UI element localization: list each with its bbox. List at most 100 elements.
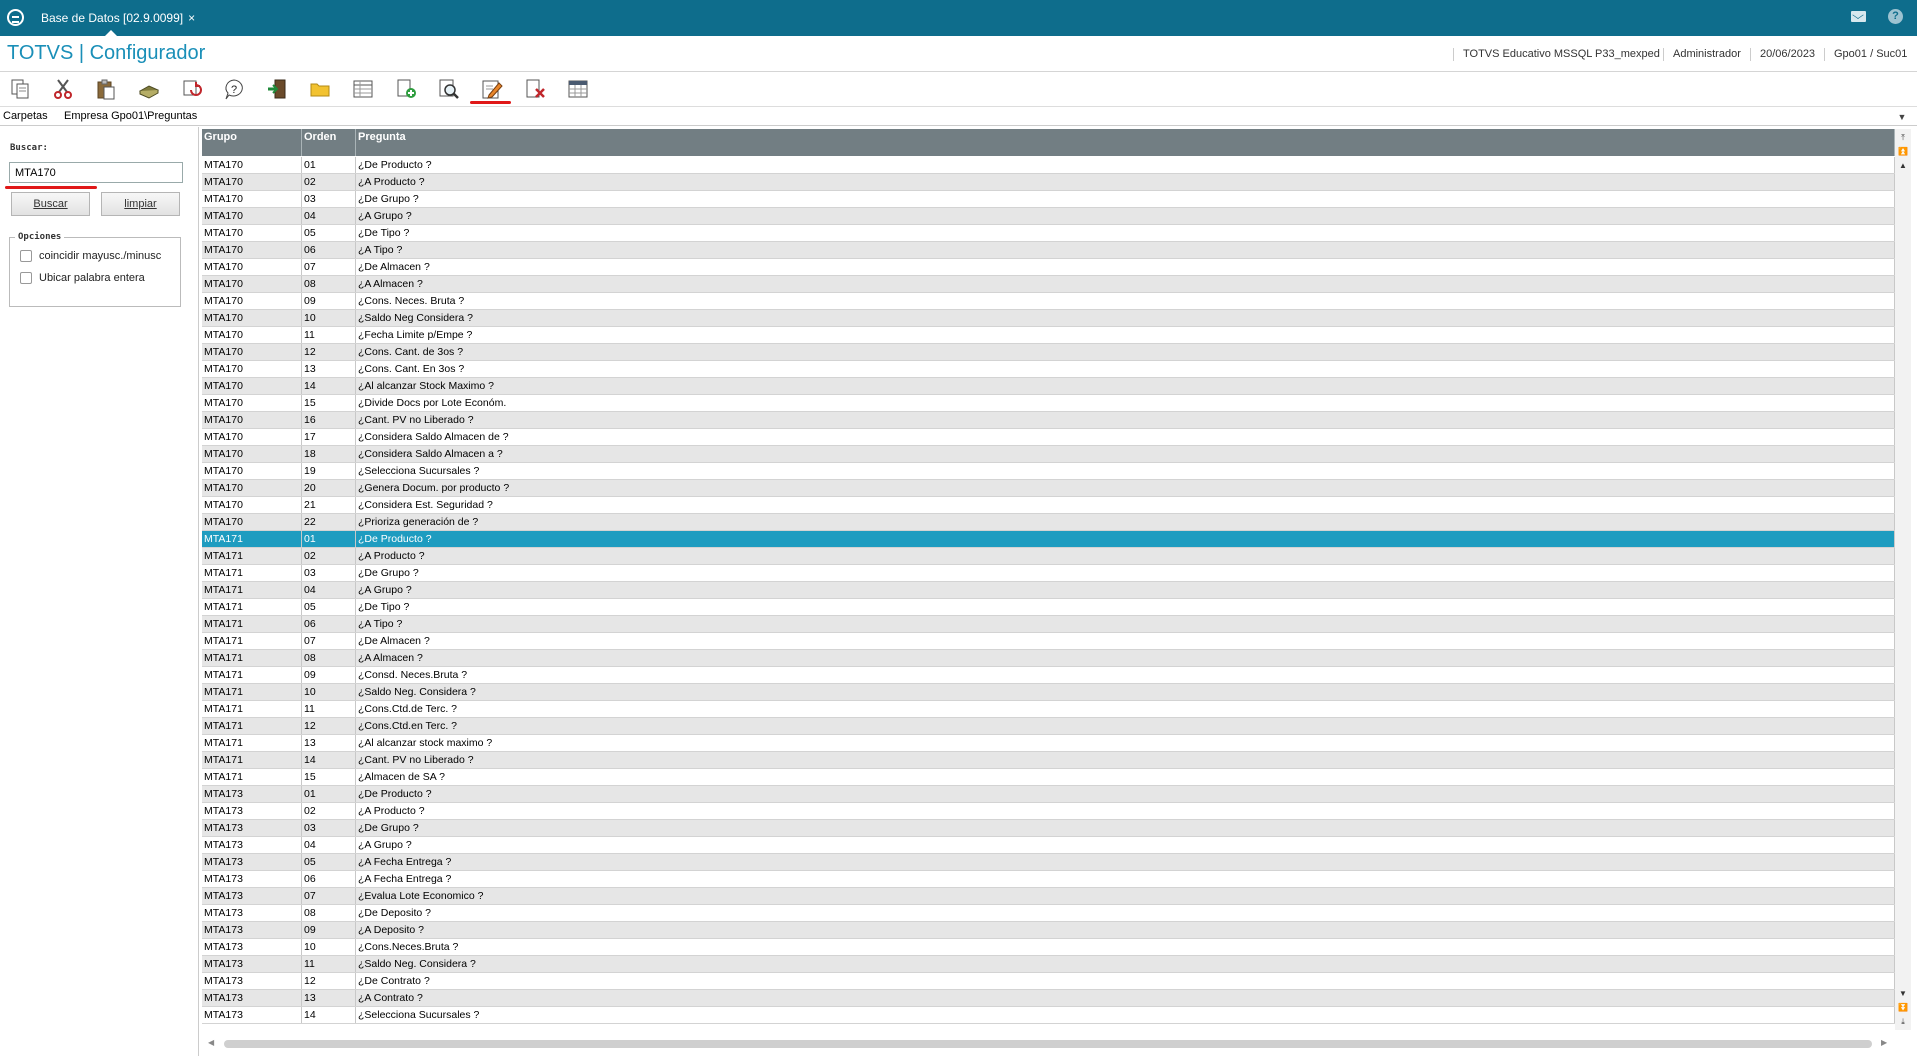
cell-orden[interactable]: 01 <box>302 531 356 547</box>
cell-pregunta[interactable]: ¿Fecha Limite p/Empe ? <box>356 327 1895 343</box>
cut-button[interactable] <box>49 75 77 103</box>
cell-pregunta[interactable]: ¿De Tipo ? <box>356 599 1895 615</box>
cell-grupo[interactable]: MTA171 <box>202 752 302 768</box>
cell-pregunta[interactable]: ¿De Producto ? <box>356 531 1895 547</box>
cell-pregunta[interactable]: ¿Cons. Neces. Bruta ? <box>356 293 1895 309</box>
header-grupo[interactable]: Grupo <box>202 129 302 156</box>
table-row[interactable]: MTA170 07 ¿De Almacen ? <box>202 259 1895 276</box>
table-row[interactable]: MTA171 14 ¿Cant. PV no Liberado ? <box>202 752 1895 769</box>
cell-orden[interactable]: 12 <box>302 973 356 989</box>
cell-grupo[interactable]: MTA173 <box>202 922 302 938</box>
table-row[interactable]: MTA170 20 ¿Genera Docum. por producto ? <box>202 480 1895 497</box>
window-tab[interactable]: Base de Datos [02.9.0099] × <box>33 0 203 36</box>
cell-orden[interactable]: 17 <box>302 429 356 445</box>
cell-pregunta[interactable]: ¿Divide Docs por Lote Económ. <box>356 395 1895 411</box>
cell-grupo[interactable]: MTA173 <box>202 837 302 853</box>
cell-grupo[interactable]: MTA170 <box>202 514 302 530</box>
cell-orden[interactable]: 13 <box>302 990 356 1006</box>
cell-pregunta[interactable]: ¿Cons.Ctd.de Terc. ? <box>356 701 1895 717</box>
cell-pregunta[interactable]: ¿De Contrato ? <box>356 973 1895 989</box>
delete-button[interactable] <box>521 75 549 103</box>
cell-pregunta[interactable]: ¿Al alcanzar stock maximo ? <box>356 735 1895 751</box>
table-row[interactable]: MTA171 09 ¿Consd. Neces.Bruta ? <box>202 667 1895 684</box>
cell-pregunta[interactable]: ¿A Fecha Entrega ? <box>356 854 1895 870</box>
cell-pregunta[interactable]: ¿De Tipo ? <box>356 225 1895 241</box>
cell-pregunta[interactable]: ¿Cons.Neces.Bruta ? <box>356 939 1895 955</box>
table-row[interactable]: MTA173 13 ¿A Contrato ? <box>202 990 1895 1007</box>
cell-orden[interactable]: 15 <box>302 769 356 785</box>
cell-orden[interactable]: 09 <box>302 922 356 938</box>
cell-pregunta[interactable]: ¿A Grupo ? <box>356 582 1895 598</box>
table-row[interactable]: MTA170 12 ¿Cons. Cant. de 3os ? <box>202 344 1895 361</box>
cell-orden[interactable]: 11 <box>302 956 356 972</box>
cell-grupo[interactable]: MTA173 <box>202 956 302 972</box>
totvs-logo-icon[interactable] <box>7 9 24 26</box>
cell-pregunta[interactable]: ¿Considera Saldo Almacen a ? <box>356 446 1895 462</box>
scroll-page-up-icon[interactable]: ⏫ <box>1896 145 1910 158</box>
cell-grupo[interactable]: MTA170 <box>202 497 302 513</box>
table-row[interactable]: MTA173 04 ¿A Grupo ? <box>202 837 1895 854</box>
scroll-left-icon[interactable]: ◀ <box>208 1038 214 1047</box>
cell-grupo[interactable]: MTA171 <box>202 701 302 717</box>
cell-pregunta[interactable]: ¿Considera Saldo Almacen de ? <box>356 429 1895 445</box>
cell-grupo[interactable]: MTA173 <box>202 803 302 819</box>
cell-grupo[interactable]: MTA171 <box>202 684 302 700</box>
table-row[interactable]: MTA170 04 ¿A Grupo ? <box>202 208 1895 225</box>
table-row[interactable]: MTA173 03 ¿De Grupo ? <box>202 820 1895 837</box>
table-row[interactable]: MTA170 15 ¿Divide Docs por Lote Económ. <box>202 395 1895 412</box>
mail-icon[interactable] <box>1851 11 1866 22</box>
cell-pregunta[interactable]: ¿A Tipo ? <box>356 242 1895 258</box>
cell-grupo[interactable]: MTA173 <box>202 905 302 921</box>
cell-pregunta[interactable]: ¿A Producto ? <box>356 174 1895 190</box>
cell-pregunta[interactable]: ¿Cons. Cant. En 3os ? <box>356 361 1895 377</box>
table-row[interactable]: MTA171 15 ¿Almacen de SA ? <box>202 769 1895 786</box>
table-row[interactable]: MTA170 18 ¿Considera Saldo Almacen a ? <box>202 446 1895 463</box>
cell-pregunta[interactable]: ¿A Almacen ? <box>356 650 1895 666</box>
cell-orden[interactable]: 10 <box>302 310 356 326</box>
cell-pregunta[interactable]: ¿A Producto ? <box>356 548 1895 564</box>
cell-grupo[interactable]: MTA170 <box>202 174 302 190</box>
help-button[interactable]: ? <box>220 75 248 103</box>
cell-orden[interactable]: 07 <box>302 259 356 275</box>
edit-button[interactable] <box>478 75 506 103</box>
cell-grupo[interactable]: MTA171 <box>202 633 302 649</box>
cell-orden[interactable]: 13 <box>302 735 356 751</box>
chevron-down-icon[interactable]: ▼ <box>1895 110 1909 124</box>
cell-grupo[interactable]: MTA170 <box>202 480 302 496</box>
cell-pregunta[interactable]: ¿Prioriza generación de ? <box>356 514 1895 530</box>
table-row[interactable]: MTA170 03 ¿De Grupo ? <box>202 191 1895 208</box>
table-row[interactable]: MTA173 07 ¿Evalua Lote Economico ? <box>202 888 1895 905</box>
cell-orden[interactable]: 09 <box>302 667 356 683</box>
cell-pregunta[interactable]: ¿De Producto ? <box>356 157 1895 173</box>
cell-pregunta[interactable]: ¿Selecciona Sucursales ? <box>356 463 1895 479</box>
table-row[interactable]: MTA171 10 ¿Saldo Neg. Considera ? <box>202 684 1895 701</box>
cell-orden[interactable]: 08 <box>302 276 356 292</box>
cell-grupo[interactable]: MTA170 <box>202 412 302 428</box>
horizontal-scroll-thumb[interactable] <box>224 1040 1872 1048</box>
cell-orden[interactable]: 14 <box>302 752 356 768</box>
table-row[interactable]: MTA170 14 ¿Al alcanzar Stock Maximo ? <box>202 378 1895 395</box>
cell-pregunta[interactable]: ¿De Almacen ? <box>356 633 1895 649</box>
cell-pregunta[interactable]: ¿A Tipo ? <box>356 616 1895 632</box>
table-row[interactable]: MTA170 13 ¿Cons. Cant. En 3os ? <box>202 361 1895 378</box>
cell-pregunta[interactable]: ¿Consd. Neces.Bruta ? <box>356 667 1895 683</box>
cell-pregunta[interactable]: ¿A Deposito ? <box>356 922 1895 938</box>
cell-orden[interactable]: 02 <box>302 174 356 190</box>
cell-grupo[interactable]: MTA170 <box>202 259 302 275</box>
cell-orden[interactable]: 06 <box>302 616 356 632</box>
table-row[interactable]: MTA171 04 ¿A Grupo ? <box>202 582 1895 599</box>
help-circle-icon[interactable]: ? <box>1888 9 1903 24</box>
table-row[interactable]: MTA173 10 ¿Cons.Neces.Bruta ? <box>202 939 1895 956</box>
table-row[interactable]: MTA170 17 ¿Considera Saldo Almacen de ? <box>202 429 1895 446</box>
table-row[interactable]: MTA173 02 ¿A Producto ? <box>202 803 1895 820</box>
cell-grupo[interactable]: MTA170 <box>202 429 302 445</box>
table-row[interactable]: MTA170 01 ¿De Producto ? <box>202 157 1895 174</box>
cell-orden[interactable]: 03 <box>302 820 356 836</box>
cell-pregunta[interactable]: ¿Saldo Neg Considera ? <box>356 310 1895 326</box>
table-row[interactable]: MTA171 11 ¿Cons.Ctd.de Terc. ? <box>202 701 1895 718</box>
header-orden[interactable]: Orden <box>302 129 356 156</box>
cell-orden[interactable]: 03 <box>302 565 356 581</box>
cell-orden[interactable]: 21 <box>302 497 356 513</box>
scroll-top-icon[interactable]: ⤒ <box>1896 131 1910 144</box>
cell-orden[interactable]: 12 <box>302 344 356 360</box>
